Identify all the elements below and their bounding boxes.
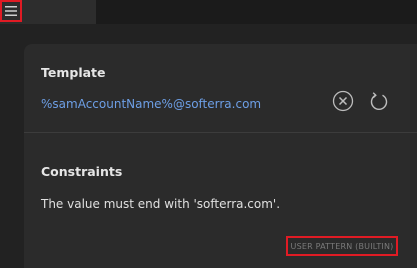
menu-button[interactable] [0, 0, 22, 22]
clear-circle-x-icon [332, 90, 354, 116]
clear-template-button[interactable] [332, 90, 354, 116]
constraints-section-title: Constraints [41, 164, 123, 179]
reset-rotate-icon [368, 90, 390, 116]
template-section-title: Template [41, 65, 106, 80]
section-divider [24, 132, 417, 133]
properties-panel: Template %samAccountName%@softerra.com C… [24, 44, 417, 268]
hamburger-menu-icon [5, 6, 17, 16]
top-bar [0, 0, 417, 24]
pattern-type-badge: USER PATTERN (BUILTIN) [286, 236, 398, 256]
reset-template-button[interactable] [368, 92, 390, 114]
template-value-field[interactable]: %samAccountName%@softerra.com [41, 97, 261, 111]
constraint-description: The value must end with 'softerra.com'. [41, 197, 281, 211]
